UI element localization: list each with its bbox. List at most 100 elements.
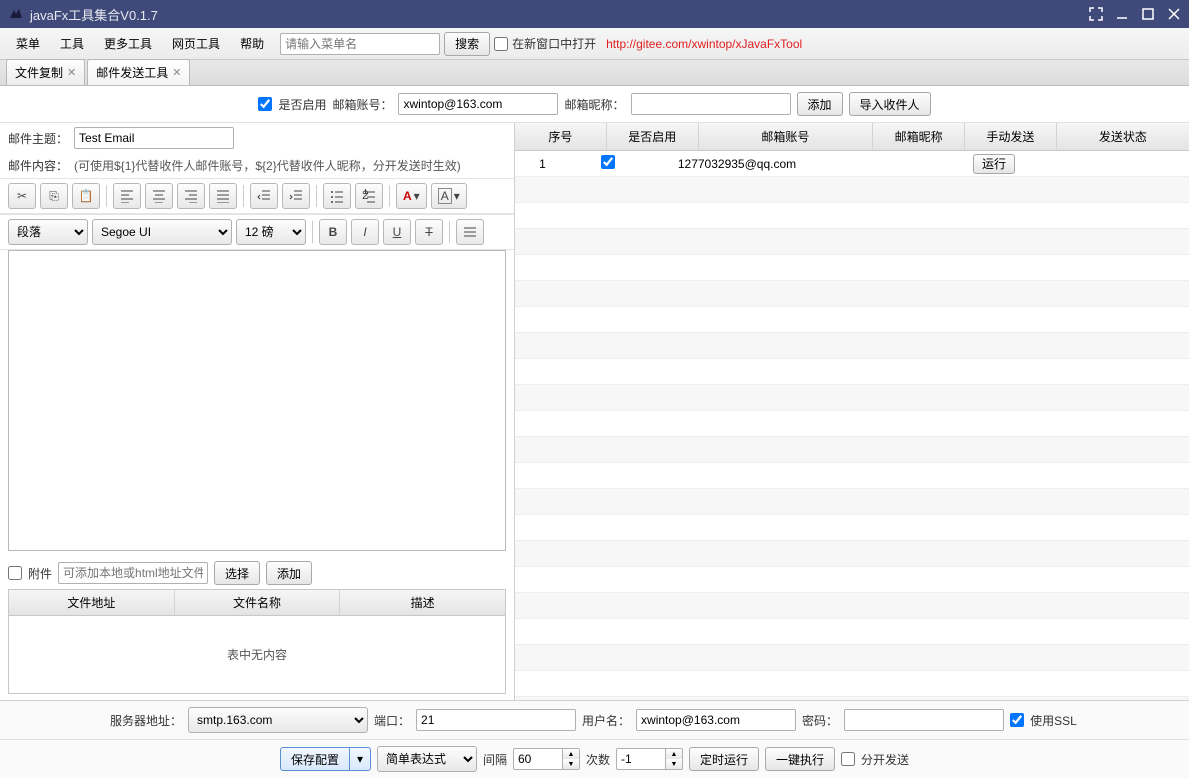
newwindow-checkbox[interactable] <box>494 37 508 51</box>
save-config-button[interactable]: 保存配置 <box>280 747 350 771</box>
attach-path-input[interactable] <box>58 562 208 584</box>
execute-button[interactable]: 一键执行 <box>765 747 835 771</box>
align-justify-icon[interactable] <box>209 183 237 209</box>
paste-icon[interactable]: 📋 <box>72 183 100 209</box>
table-row[interactable] <box>515 671 1189 697</box>
subject-input[interactable] <box>74 127 234 149</box>
expr-select[interactable]: 简单表达式 <box>377 746 477 772</box>
bullet-list-icon[interactable] <box>323 183 351 209</box>
indent-icon[interactable] <box>282 183 310 209</box>
table-row[interactable] <box>515 593 1189 619</box>
nick-input[interactable] <box>631 93 791 115</box>
align-center-icon[interactable] <box>145 183 173 209</box>
table-row[interactable] <box>515 411 1189 437</box>
col-nick[interactable]: 邮箱昵称 <box>873 123 965 150</box>
add-recipient-button[interactable]: 添加 <box>797 92 843 116</box>
add-attach-button[interactable]: 添加 <box>266 561 312 585</box>
import-recipients-button[interactable]: 导入收件人 <box>849 92 931 116</box>
project-link[interactable]: http://gitee.com/xwintop/xJavaFxTool <box>606 37 802 51</box>
table-row[interactable] <box>515 489 1189 515</box>
table-row[interactable] <box>515 437 1189 463</box>
col-seq[interactable]: 序号 <box>515 123 607 150</box>
underline-icon[interactable]: U <box>383 219 411 245</box>
table-row[interactable] <box>515 463 1189 489</box>
col-enable[interactable]: 是否启用 <box>607 123 699 150</box>
table-row[interactable] <box>515 385 1189 411</box>
menu-more-tools[interactable]: 更多工具 <box>96 31 160 56</box>
spin-up-icon[interactable]: ▲ <box>666 749 682 759</box>
menu-web-tools[interactable]: 网页工具 <box>164 31 228 56</box>
content-editor[interactable] <box>8 250 506 551</box>
table-row[interactable] <box>515 515 1189 541</box>
menu-search-button[interactable]: 搜索 <box>444 32 490 56</box>
timed-run-button[interactable]: 定时运行 <box>689 747 759 771</box>
minimize-icon[interactable] <box>1115 7 1129 21</box>
spin-up-icon[interactable]: ▲ <box>563 749 579 759</box>
copy-icon[interactable]: ⎘ <box>40 183 68 209</box>
col-account[interactable]: 邮箱账号 <box>699 123 874 150</box>
table-row[interactable] <box>515 229 1189 255</box>
menu-search-input[interactable] <box>280 33 440 55</box>
port-input[interactable] <box>416 709 576 731</box>
tab-mail-sender[interactable]: 邮件发送工具 ✕ <box>87 59 190 85</box>
font-select[interactable]: Segoe UI <box>92 219 232 245</box>
table-row[interactable] <box>515 645 1189 671</box>
ssl-checkbox[interactable] <box>1010 713 1024 727</box>
row-enable-checkbox[interactable] <box>601 155 615 169</box>
strikethrough-icon[interactable]: T <box>415 219 443 245</box>
cut-icon[interactable]: ✂ <box>8 183 36 209</box>
table-row[interactable]: 11277032935@qq.com运行 <box>515 151 1189 177</box>
count-input[interactable] <box>616 748 666 770</box>
maximize-icon[interactable] <box>1141 7 1155 21</box>
outdent-icon[interactable] <box>250 183 278 209</box>
tab-file-copy[interactable]: 文件复制 ✕ <box>6 59 85 85</box>
table-row[interactable] <box>515 333 1189 359</box>
row-run-button[interactable]: 运行 <box>973 154 1015 174</box>
pass-input[interactable] <box>844 709 1004 731</box>
spin-down-icon[interactable]: ▼ <box>563 759 579 769</box>
table-row[interactable] <box>515 307 1189 333</box>
bold-icon[interactable]: B <box>319 219 347 245</box>
interval-input[interactable] <box>513 748 563 770</box>
split-send-checkbox[interactable] <box>841 752 855 766</box>
col-status[interactable]: 发送状态 <box>1057 123 1189 150</box>
enable-checkbox[interactable] <box>258 97 272 111</box>
count-spinner[interactable]: ▲▼ <box>616 748 683 770</box>
table-row[interactable] <box>515 203 1189 229</box>
table-row[interactable] <box>515 255 1189 281</box>
attach-col-path[interactable]: 文件地址 <box>9 590 175 615</box>
tab-close-icon[interactable]: ✕ <box>172 66 181 79</box>
fullscreen-icon[interactable] <box>1089 7 1103 21</box>
save-config-dropdown[interactable]: ▾ <box>350 747 371 771</box>
account-input[interactable] <box>398 93 558 115</box>
attach-col-name[interactable]: 文件名称 <box>175 590 341 615</box>
menu-help[interactable]: 帮助 <box>232 31 272 56</box>
col-manual[interactable]: 手动发送 <box>965 123 1057 150</box>
attach-checkbox[interactable] <box>8 566 22 580</box>
save-config-splitbutton[interactable]: 保存配置 ▾ <box>280 747 371 771</box>
align-right-icon[interactable] <box>177 183 205 209</box>
table-row[interactable] <box>515 281 1189 307</box>
italic-icon[interactable]: I <box>351 219 379 245</box>
align-left-icon[interactable] <box>113 183 141 209</box>
attach-col-desc[interactable]: 描述 <box>340 590 505 615</box>
table-row[interactable] <box>515 177 1189 203</box>
insert-hr-icon[interactable] <box>456 219 484 245</box>
interval-spinner[interactable]: ▲▼ <box>513 748 580 770</box>
menu-main[interactable]: 菜单 <box>8 31 48 56</box>
highlight-color-button[interactable]: A▾ <box>431 183 467 209</box>
server-addr-select[interactable]: smtp.163.com <box>188 707 368 733</box>
paragraph-select[interactable]: 段落 <box>8 219 88 245</box>
tab-close-icon[interactable]: ✕ <box>67 66 76 79</box>
close-icon[interactable] <box>1167 7 1181 21</box>
table-row[interactable] <box>515 619 1189 645</box>
choose-file-button[interactable]: 选择 <box>214 561 260 585</box>
fontsize-select[interactable]: 12 磅 <box>236 219 306 245</box>
table-row[interactable] <box>515 541 1189 567</box>
spin-down-icon[interactable]: ▼ <box>666 759 682 769</box>
user-input[interactable] <box>636 709 796 731</box>
number-list-icon[interactable]: 12 <box>355 183 383 209</box>
font-color-button[interactable]: A▾ <box>396 183 427 209</box>
table-row[interactable] <box>515 359 1189 385</box>
menu-tools[interactable]: 工具 <box>52 31 92 56</box>
